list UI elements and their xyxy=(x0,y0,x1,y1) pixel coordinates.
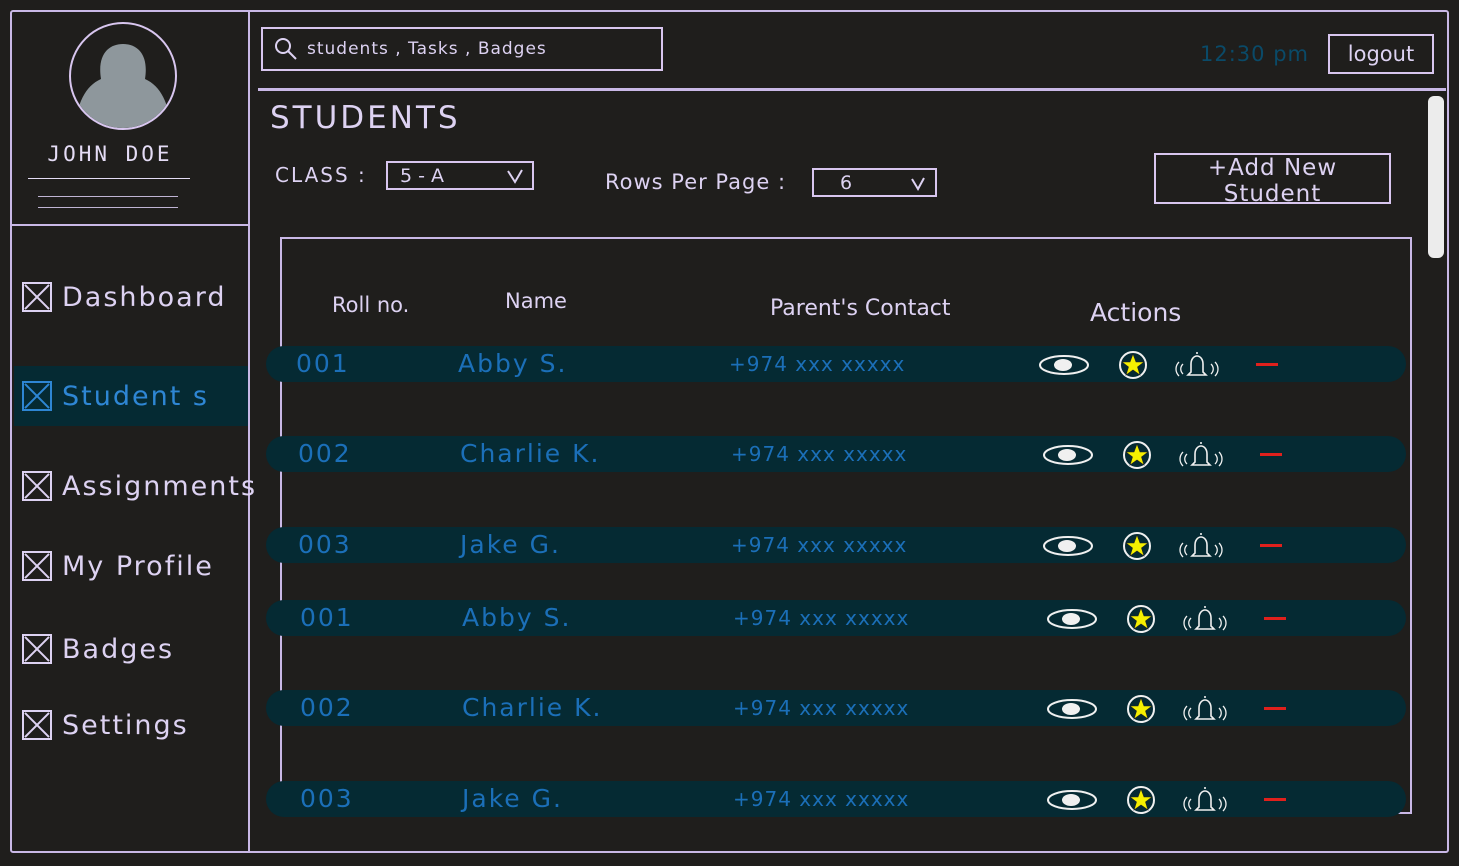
eye-icon[interactable] xyxy=(1042,535,1094,557)
user-profile: JOHN DOE xyxy=(10,10,248,226)
parent-contact: +974 xxx xxxxx xyxy=(733,606,910,630)
checkbox-icon xyxy=(22,634,52,664)
parent-contact: +974 xxx xxxxx xyxy=(733,696,910,720)
bell-icon[interactable] xyxy=(1178,531,1224,561)
checkbox-icon xyxy=(22,282,52,312)
sidebar-item-students[interactable]: Student s xyxy=(14,366,248,426)
checkbox-icon xyxy=(22,551,52,581)
star-icon[interactable] xyxy=(1126,694,1156,724)
sidebar: JOHN DOE Dashboard Student s Assignments… xyxy=(10,10,255,853)
table-row[interactable]: 001 Abby S. +974 xxx xxxxx xyxy=(266,346,1406,382)
sidebar-item-dashboard[interactable]: Dashboard xyxy=(14,268,248,326)
roll-number: 001 xyxy=(296,349,350,378)
bell-icon[interactable] xyxy=(1182,694,1228,724)
divider xyxy=(38,207,178,208)
table-row[interactable]: 002 Charlie K. +974 xxx xxxxx xyxy=(266,436,1406,472)
parent-contact: +974 xxx xxxxx xyxy=(733,787,910,811)
clock-time: 12:30 pm xyxy=(1200,42,1309,66)
eye-icon[interactable] xyxy=(1046,608,1098,630)
bell-icon[interactable] xyxy=(1182,604,1228,634)
student-name: Abby S. xyxy=(458,349,568,378)
student-name: Abby S. xyxy=(462,603,572,632)
sidebar-item-assignments[interactable]: Assignments xyxy=(14,457,255,515)
remove-student-icon[interactable] xyxy=(1264,798,1286,801)
roll-number: 003 xyxy=(298,530,352,559)
chevron-down-icon xyxy=(911,177,925,192)
table-row[interactable]: 001 Abby S. +974 xxx xxxxx xyxy=(266,600,1406,636)
eye-icon[interactable] xyxy=(1042,444,1094,466)
class-select-value: 5 - A xyxy=(400,164,445,187)
divider xyxy=(28,178,190,179)
column-header-roll: Roll no. xyxy=(332,293,410,317)
sidebar-item-label: Assignments xyxy=(62,470,258,502)
sidebar-item-label: Settings xyxy=(62,709,189,741)
remove-student-icon[interactable] xyxy=(1264,707,1286,710)
avatar[interactable] xyxy=(69,22,177,130)
scrollbar-thumb[interactable] xyxy=(1428,96,1444,258)
add-new-student-button[interactable]: +Add New Student xyxy=(1154,153,1391,207)
star-icon[interactable] xyxy=(1122,440,1152,470)
sidebar-item-label: Badges xyxy=(62,633,175,665)
student-name: Charlie K. xyxy=(460,439,601,468)
bell-icon[interactable] xyxy=(1178,440,1224,470)
page-title: STUDENTS xyxy=(270,100,461,136)
parent-contact: +974 xxx xxxxx xyxy=(729,352,906,376)
checkbox-icon xyxy=(22,381,52,411)
roll-number: 001 xyxy=(300,603,354,632)
column-header-actions: Actions xyxy=(1090,298,1182,327)
star-icon[interactable] xyxy=(1126,604,1156,634)
sidebar-item-label: My Profile xyxy=(62,550,214,582)
scrollbar[interactable] xyxy=(1426,94,1446,852)
star-icon[interactable] xyxy=(1118,350,1148,380)
student-name: Jake G. xyxy=(460,530,561,559)
remove-student-icon[interactable] xyxy=(1260,544,1282,547)
sidebar-item-label: Student s xyxy=(62,380,209,412)
star-icon[interactable] xyxy=(1126,785,1156,815)
sidebar-item-badges[interactable]: Badges xyxy=(14,620,248,678)
roll-number: 002 xyxy=(300,693,354,722)
star-icon[interactable] xyxy=(1122,531,1152,561)
header-divider xyxy=(258,88,1446,91)
roll-number: 003 xyxy=(300,784,354,813)
search-icon xyxy=(275,38,297,60)
parent-contact: +974 xxx xxxxx xyxy=(731,442,908,466)
table-row[interactable]: 002 Charlie K. +974 xxx xxxxx xyxy=(266,690,1406,726)
student-name: Jake G. xyxy=(462,784,563,813)
bell-icon[interactable] xyxy=(1174,350,1220,380)
rows-per-page-label: Rows Per Page : xyxy=(605,170,787,194)
eye-icon[interactable] xyxy=(1046,789,1098,811)
bell-icon[interactable] xyxy=(1182,785,1228,815)
search-input[interactable] xyxy=(305,38,645,60)
remove-student-icon[interactable] xyxy=(1260,453,1282,456)
user-avatar-icon xyxy=(75,44,171,128)
roll-number: 002 xyxy=(298,439,352,468)
table-row[interactable]: 003 Jake G. +974 xxx xxxxx xyxy=(266,527,1406,563)
student-name: Charlie K. xyxy=(462,693,603,722)
logout-button[interactable]: logout xyxy=(1328,34,1434,74)
rows-per-page-value: 6 xyxy=(840,171,853,194)
table-row[interactable]: 003 Jake G. +974 xxx xxxxx xyxy=(266,781,1406,817)
sidebar-item-my-profile[interactable]: My Profile xyxy=(14,537,248,595)
eye-icon[interactable] xyxy=(1046,698,1098,720)
user-name: JOHN DOE xyxy=(47,142,173,166)
column-header-name: Name xyxy=(505,289,567,313)
students-table xyxy=(280,237,1412,814)
divider xyxy=(38,196,178,197)
parent-contact: +974 xxx xxxxx xyxy=(731,533,908,557)
checkbox-icon xyxy=(22,471,52,501)
sidebar-item-label: Dashboard xyxy=(62,281,227,313)
rows-per-page-select[interactable]: 6 xyxy=(812,168,937,197)
checkbox-icon xyxy=(22,710,52,740)
search-bar[interactable] xyxy=(261,27,663,71)
remove-student-icon[interactable] xyxy=(1256,363,1278,366)
eye-icon[interactable] xyxy=(1038,354,1090,376)
sidebar-item-settings[interactable]: Settings xyxy=(14,696,248,754)
class-label: CLASS : xyxy=(275,163,367,187)
class-select[interactable]: 5 - A xyxy=(386,161,534,190)
chevron-down-icon xyxy=(507,169,523,184)
remove-student-icon[interactable] xyxy=(1264,617,1286,620)
column-header-contact: Parent's Contact xyxy=(770,296,951,321)
